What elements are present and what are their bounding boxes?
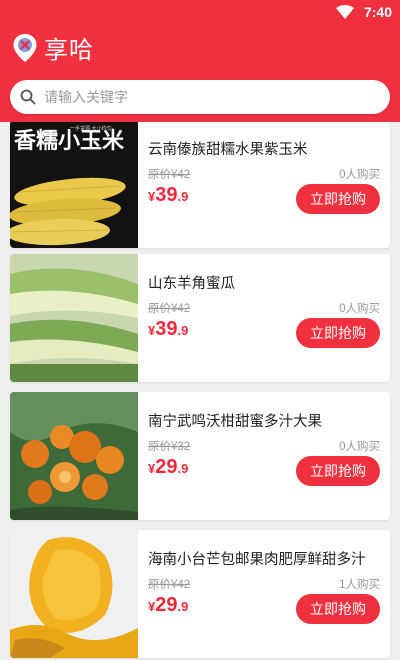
location-pin-logo-icon	[13, 33, 37, 62]
price-integer: 39	[155, 184, 178, 206]
app-bar: 享哈	[12, 30, 94, 65]
sold-count: 0人购买	[339, 303, 380, 315]
original-price: 原价¥42	[148, 169, 191, 181]
search-input[interactable]	[44, 89, 390, 105]
price-decimal: .9	[177, 599, 189, 614]
search-bar[interactable]	[10, 80, 390, 114]
status-bar: 7:40	[0, 0, 400, 26]
product-list[interactable]: 香糯小玉米 一手货源·大小均匀 云南傣族甜糯水果紫玉米 原价¥42 0人购买 ¥…	[0, 122, 400, 660]
buy-now-button[interactable]: 立即抢购	[296, 318, 380, 348]
price-integer: 29	[155, 594, 178, 616]
price-decimal: .9	[177, 189, 189, 204]
price-integer: 39	[155, 318, 178, 340]
sold-count: 0人购买	[339, 169, 380, 181]
search-icon	[20, 89, 36, 105]
price-decimal: .9	[177, 323, 189, 338]
product-card[interactable]: 香糯小玉米 一手货源·大小均匀 云南傣族甜糯水果紫玉米 原价¥42 0人购买 ¥…	[10, 122, 390, 248]
sale-price: ¥29.9	[148, 456, 188, 479]
original-price: 原价¥32	[148, 441, 191, 453]
wifi-icon	[335, 5, 354, 19]
image-text: 香糯小玉米	[14, 129, 125, 154]
sold-count: 0人购买	[339, 441, 380, 453]
buy-now-button[interactable]: 立即抢购	[296, 184, 380, 214]
buy-now-button[interactable]: 立即抢购	[296, 456, 380, 486]
app-title: 享哈	[44, 37, 94, 64]
sold-count: 1人购买	[339, 579, 380, 591]
price-decimal: .9	[177, 461, 189, 476]
product-title: 南宁武鸣沃柑甜蜜多汁大果	[148, 414, 322, 430]
product-card[interactable]: 海南小台芒包邮果肉肥厚鲜甜多汁 原价¥42 1人购买 ¥29.9 立即抢购	[10, 530, 390, 658]
product-title: 海南小台芒包邮果肉肥厚鲜甜多汁	[148, 552, 366, 568]
original-price: 原价¥42	[148, 303, 191, 315]
sale-price: ¥39.9	[148, 318, 188, 341]
product-image-mango	[10, 530, 138, 658]
image-subtext: 一手货源·大小均匀	[70, 125, 112, 132]
product-card[interactable]: 山东羊角蜜瓜 原价¥42 0人购买 ¥39.9 立即抢购	[10, 254, 390, 382]
product-image-oranges	[10, 392, 138, 520]
app-header: 7:40 享哈	[0, 0, 400, 122]
product-title: 云南傣族甜糯水果紫玉米	[148, 142, 308, 158]
sale-price: ¥29.9	[148, 594, 188, 617]
status-time: 7:40	[363, 4, 392, 20]
product-image-corn: 香糯小玉米 一手货源·大小均匀	[10, 122, 138, 248]
product-image-melon	[10, 254, 138, 382]
buy-now-button[interactable]: 立即抢购	[296, 594, 380, 624]
original-price: 原价¥42	[148, 579, 191, 591]
product-card[interactable]: 南宁武鸣沃柑甜蜜多汁大果 原价¥32 0人购买 ¥29.9 立即抢购	[10, 392, 390, 520]
sale-price: ¥39.9	[148, 184, 188, 207]
price-integer: 29	[155, 456, 178, 478]
product-title: 山东羊角蜜瓜	[148, 276, 235, 292]
